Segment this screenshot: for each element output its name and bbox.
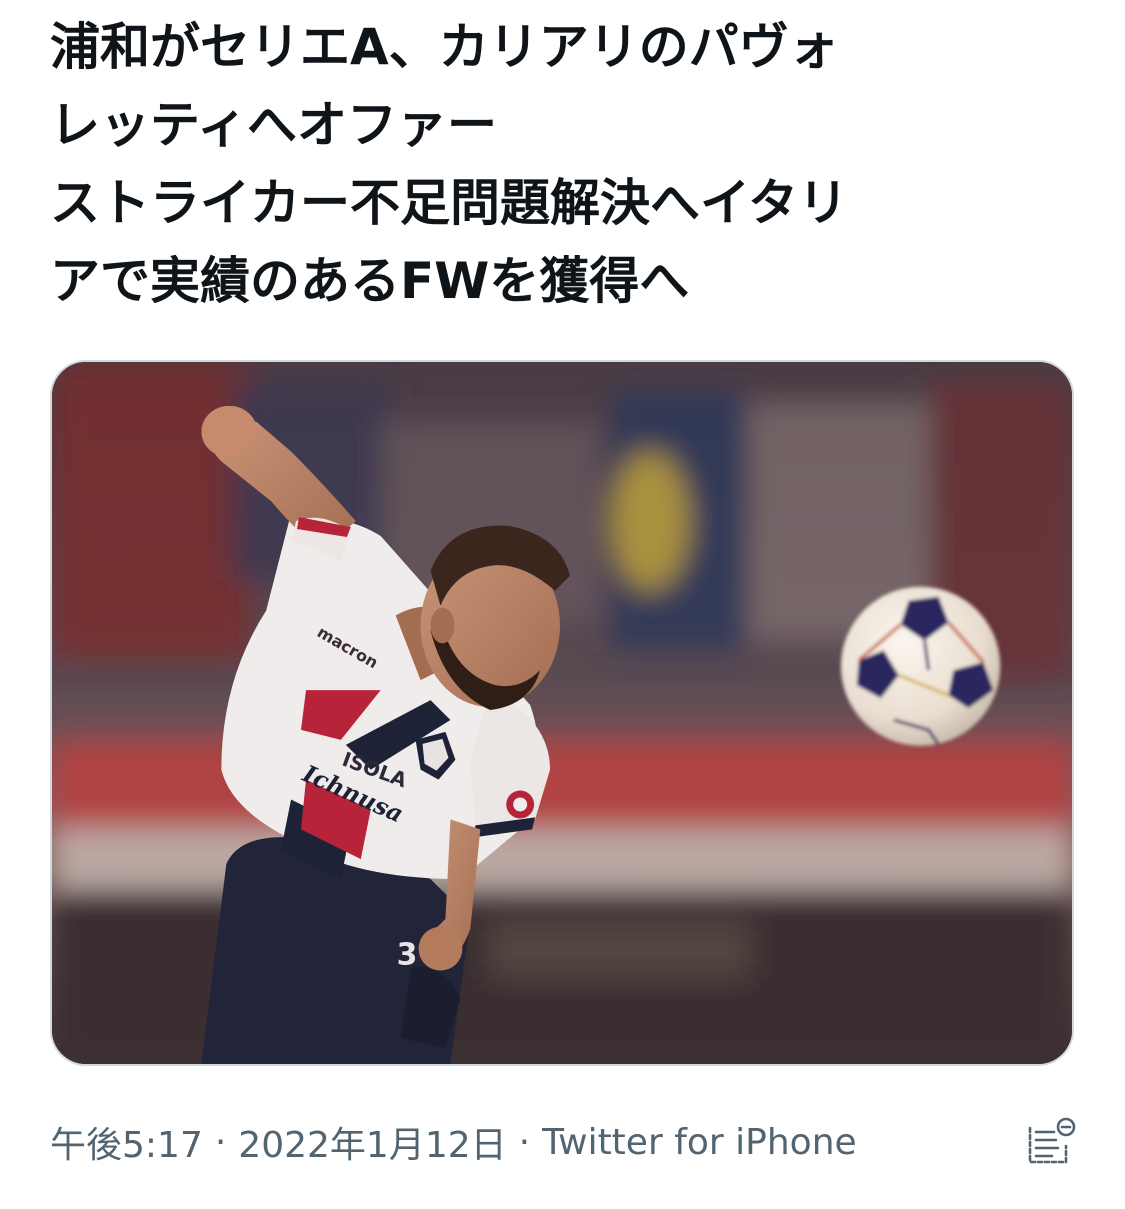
- meta-separator: ·: [518, 1121, 531, 1163]
- tweet-source[interactable]: Twitter for iPhone: [542, 1122, 857, 1163]
- shorts-number: 3: [397, 938, 418, 973]
- photo-soccer-player: 3 ISOLA Ichnusa macron: [52, 362, 1072, 1064]
- tweet-metadata: 午後5:17 · 2022年1月12日 · Twitter for iPhone: [50, 1116, 857, 1168]
- tweet-text-line: アで実績のあるFWを獲得へ: [50, 252, 690, 310]
- tweet-text-line: 浦和がセリエA、カリアリのパヴォ: [50, 18, 839, 76]
- tweet-text-line: ストライカー不足問題解決へイタリ: [50, 174, 848, 232]
- tweet-text-line: レッティへオファー: [50, 96, 497, 154]
- tweet-photo[interactable]: 3 ISOLA Ichnusa macron: [50, 360, 1074, 1066]
- tweet-time[interactable]: 午後5:17: [50, 1116, 203, 1168]
- view-activity-icon[interactable]: [1026, 1116, 1078, 1168]
- tweet-date[interactable]: 2022年1月12日: [238, 1116, 506, 1168]
- tweet-text: 浦和がセリエA、カリアリのパヴォ レッティへオファー ストライカー不足問題解決へ…: [50, 8, 1080, 320]
- meta-separator: ·: [214, 1121, 227, 1163]
